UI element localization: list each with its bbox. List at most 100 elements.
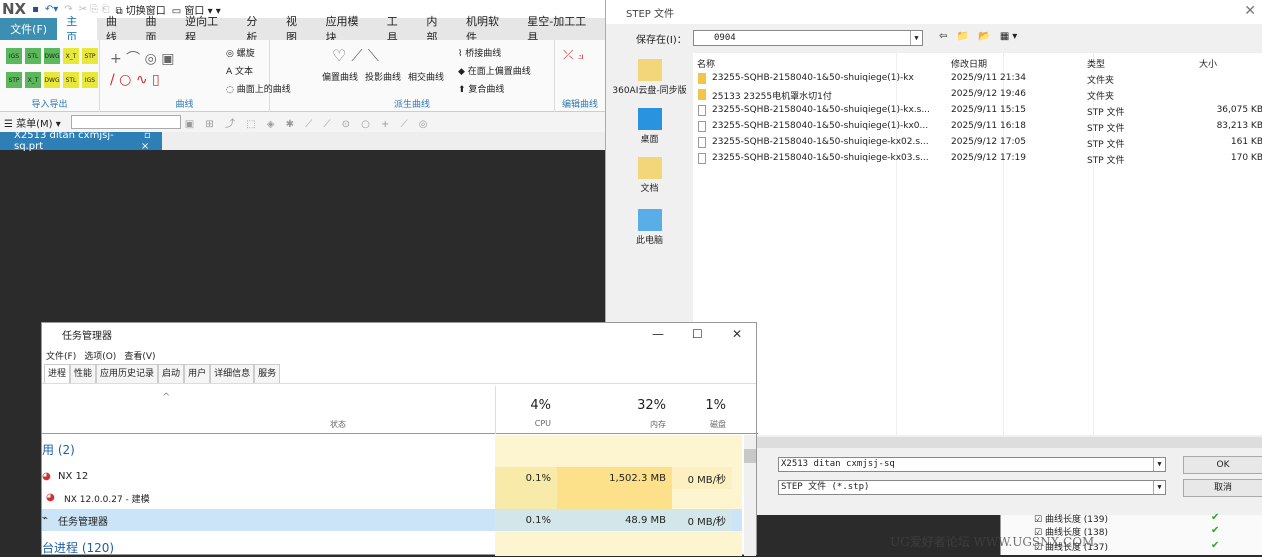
import-igs-button[interactable]: IGS xyxy=(6,48,22,64)
import-stp-button[interactable]: STP xyxy=(82,48,98,64)
bridge-curve-button[interactable]: ⌇ 桥接曲线 xyxy=(458,46,501,59)
process-row-nx-sub[interactable]: ◕ NX 12.0.0.27 - 建模 xyxy=(42,489,742,509)
vertical-scrollbar[interactable] xyxy=(744,435,756,556)
nav-toolbar-icons[interactable]: ⇦ 📁 📂 ▦▾ xyxy=(939,31,1020,42)
menu-view[interactable]: 查看(V) xyxy=(124,349,155,362)
tab-details[interactable]: 详细信息 xyxy=(210,364,255,383)
tab-analysis[interactable]: 分析 xyxy=(237,15,277,44)
file-size: 170 KB xyxy=(1230,153,1262,163)
intersect-curve-button[interactable]: 相交曲线 xyxy=(408,70,444,83)
file-type: 文件夹 xyxy=(1087,76,1115,86)
file-row[interactable]: 23255-SQHB-2158040-1&50-shuiqiege(1)-kx.… xyxy=(693,103,1262,119)
tab-services[interactable]: 服务 xyxy=(254,364,281,383)
save-in-label: 保存在(I)： xyxy=(636,35,687,46)
export-igs-button[interactable]: IGS xyxy=(82,72,98,88)
export-stp-button[interactable]: STP xyxy=(6,72,22,88)
nx-ribbon-tabs: 文件(F) 主页 曲线 曲面 逆向工程 分析 视图 应用模块 工具 内部 机明软… xyxy=(0,15,605,44)
tab-tools[interactable]: 工具 xyxy=(378,15,418,44)
cancel-button[interactable]: 取消 xyxy=(1183,479,1262,497)
cpu-header[interactable]: CPU xyxy=(495,419,557,428)
folder-icon xyxy=(698,89,706,100)
process-row-task-manager[interactable]: ⌁ 任务管理器 0.1% 48.9 MB 0 MB/秒 xyxy=(42,509,742,531)
tab-jiming[interactable]: 机明软件 xyxy=(457,15,518,44)
tab-processes[interactable]: 进程 xyxy=(44,364,71,383)
offset-in-face-button[interactable]: ◆ 在面上偏置曲线 xyxy=(458,64,531,77)
export-stl-button[interactable]: STL xyxy=(63,72,79,88)
tab-surface[interactable]: 曲面 xyxy=(137,15,177,44)
filetype-select[interactable]: STEP 文件 (*.stp) ▼ xyxy=(778,480,1166,495)
place-cloud[interactable]: 360AI云盘-同步版 xyxy=(606,59,693,96)
snap-toolbar-icons[interactable]: ▣ ⊞ ⤴ ⬚ ◈ ✱ ⟋ ⟋ ⊙ ○ + ⟋ ◎ xyxy=(185,115,432,130)
menu-file[interactable]: 文件(F) xyxy=(46,349,76,362)
save-icon[interactable]: ▪ xyxy=(32,4,39,15)
doc-tab[interactable]: X2513 ditan cxmjsj-sq.prt ▫ × xyxy=(0,130,162,152)
close-icon[interactable]: ✕ xyxy=(1244,3,1256,19)
column-date[interactable]: 修改日期 xyxy=(951,57,987,70)
import-dwg-button[interactable]: DWG xyxy=(44,48,60,64)
group-background[interactable]: 台进程 (120) xyxy=(42,539,742,557)
process-row-nx12[interactable]: ◕ NX 12 0.1% 1,502.3 MB 0 MB/秒 xyxy=(42,467,742,489)
file-row[interactable]: 23255-SQHB-2158040-1&50-shuiqiege-kx03.s… xyxy=(693,151,1262,167)
tab-reverse[interactable]: 逆向工程 xyxy=(176,15,237,44)
export-xt-button[interactable]: X_T xyxy=(25,72,41,88)
offset-curve-button[interactable]: 偏置曲线 xyxy=(322,70,358,83)
undo-icon[interactable]: ↶▾ xyxy=(45,4,58,15)
mem-percent: 32% xyxy=(637,398,666,413)
column-type[interactable]: 类型 xyxy=(1087,57,1105,70)
tab-home[interactable]: 主页 xyxy=(57,15,97,44)
tab-startup[interactable]: 启动 xyxy=(158,364,185,383)
column-size[interactable]: 大小 xyxy=(1199,57,1217,70)
tree-item[interactable]: ☑ 曲线长度 (139) xyxy=(1034,512,1108,525)
close-icon[interactable]: ✕ xyxy=(732,327,742,341)
project-curve-button[interactable]: 投影曲线 xyxy=(365,70,401,83)
tab-file[interactable]: 文件(F) xyxy=(0,18,58,40)
minimize-icon[interactable]: — xyxy=(652,327,664,341)
disk-header[interactable]: 磁盘 xyxy=(672,419,732,430)
ok-button[interactable]: OK xyxy=(1183,456,1262,474)
file-row[interactable]: 25133 23255电机罩水切1付 2025/9/12 19:46 文件夹 xyxy=(693,87,1262,103)
task-manager-window: 任务管理器 — ☐ ✕ 文件(F) 选项(O) 查看(V) 进程 性能 应用历史… xyxy=(41,322,758,557)
place-this-pc[interactable]: 此电脑 xyxy=(606,209,693,246)
filename-input[interactable]: X2513 ditan cxmjsj-sq ▼ xyxy=(778,457,1166,472)
import-xt-button[interactable]: X_T xyxy=(63,48,79,64)
line-tools-icon[interactable]: / ○ ∿ ▯ xyxy=(110,72,160,88)
sort-arrow-icon[interactable]: ^ xyxy=(162,392,170,403)
tab-performance[interactable]: 性能 xyxy=(70,364,97,383)
tab-curve[interactable]: 曲线 xyxy=(97,15,137,44)
process-name: NX 12.0.0.27 - 建模 xyxy=(64,495,150,505)
horizontal-scrollbar[interactable] xyxy=(693,437,1262,448)
text-button[interactable]: A 文本 xyxy=(226,64,253,77)
place-documents[interactable]: 文档 xyxy=(606,157,693,194)
column-name[interactable]: 名称 xyxy=(697,57,715,70)
maximize-icon[interactable]: ☐ xyxy=(692,327,703,341)
file-row[interactable]: 23255-SQHB-2158040-1&50-shuiqiege(1)-kx … xyxy=(693,71,1262,87)
type-filter-dropdown[interactable] xyxy=(70,115,181,129)
chevron-down-icon[interactable]: ▼ xyxy=(1153,458,1165,471)
tab-app-history[interactable]: 应用历史记录 xyxy=(96,364,159,383)
helix-button[interactable]: ◎ 螺旋 xyxy=(226,46,255,59)
chevron-down-icon[interactable]: ▼ xyxy=(910,31,922,45)
save-in-dropdown[interactable]: 0904 ▼ xyxy=(693,30,923,46)
group-apps[interactable]: 用 (2) xyxy=(42,441,742,463)
export-dwg-button[interactable]: DWG xyxy=(44,72,60,88)
tab-internal[interactable]: 内部 xyxy=(417,15,457,44)
edit-curve-icons[interactable]: ⤫ ⟓ xyxy=(563,48,584,63)
file-row[interactable]: 23255-SQHB-2158040-1&50-shuiqiege-kx02.s… xyxy=(693,135,1262,151)
tab-view[interactable]: 视图 xyxy=(277,15,317,44)
mem-header[interactable]: 内存 xyxy=(557,419,672,430)
tab-users[interactable]: 用户 xyxy=(184,364,211,383)
file-row[interactable]: 23255-SQHB-2158040-1&50-shuiqiege(1)-kx0… xyxy=(693,119,1262,135)
menu-label: 菜单(M) xyxy=(16,118,53,130)
status-header[interactable]: 状态 xyxy=(330,419,346,430)
tm-title-bar: 任务管理器 xyxy=(42,323,756,346)
file-type: STP 文件 xyxy=(1087,140,1125,150)
menu-button[interactable]: ☰ 菜单(M) ▾ xyxy=(4,115,61,130)
curve-tools-icon[interactable]: + ⌒ ◎ ▣ xyxy=(110,48,175,68)
tab-app[interactable]: 应用模块 xyxy=(317,15,378,44)
menu-options[interactable]: 选项(O) xyxy=(84,349,116,362)
composite-curve-button[interactable]: ⬆ 复合曲线 xyxy=(458,82,504,95)
place-desktop[interactable]: 桌面 xyxy=(606,108,693,145)
chevron-down-icon[interactable]: ▼ xyxy=(1153,481,1165,494)
import-stl-button[interactable]: STL xyxy=(25,48,41,64)
tab-xingkong[interactable]: 星空-加工工具 xyxy=(518,15,605,44)
